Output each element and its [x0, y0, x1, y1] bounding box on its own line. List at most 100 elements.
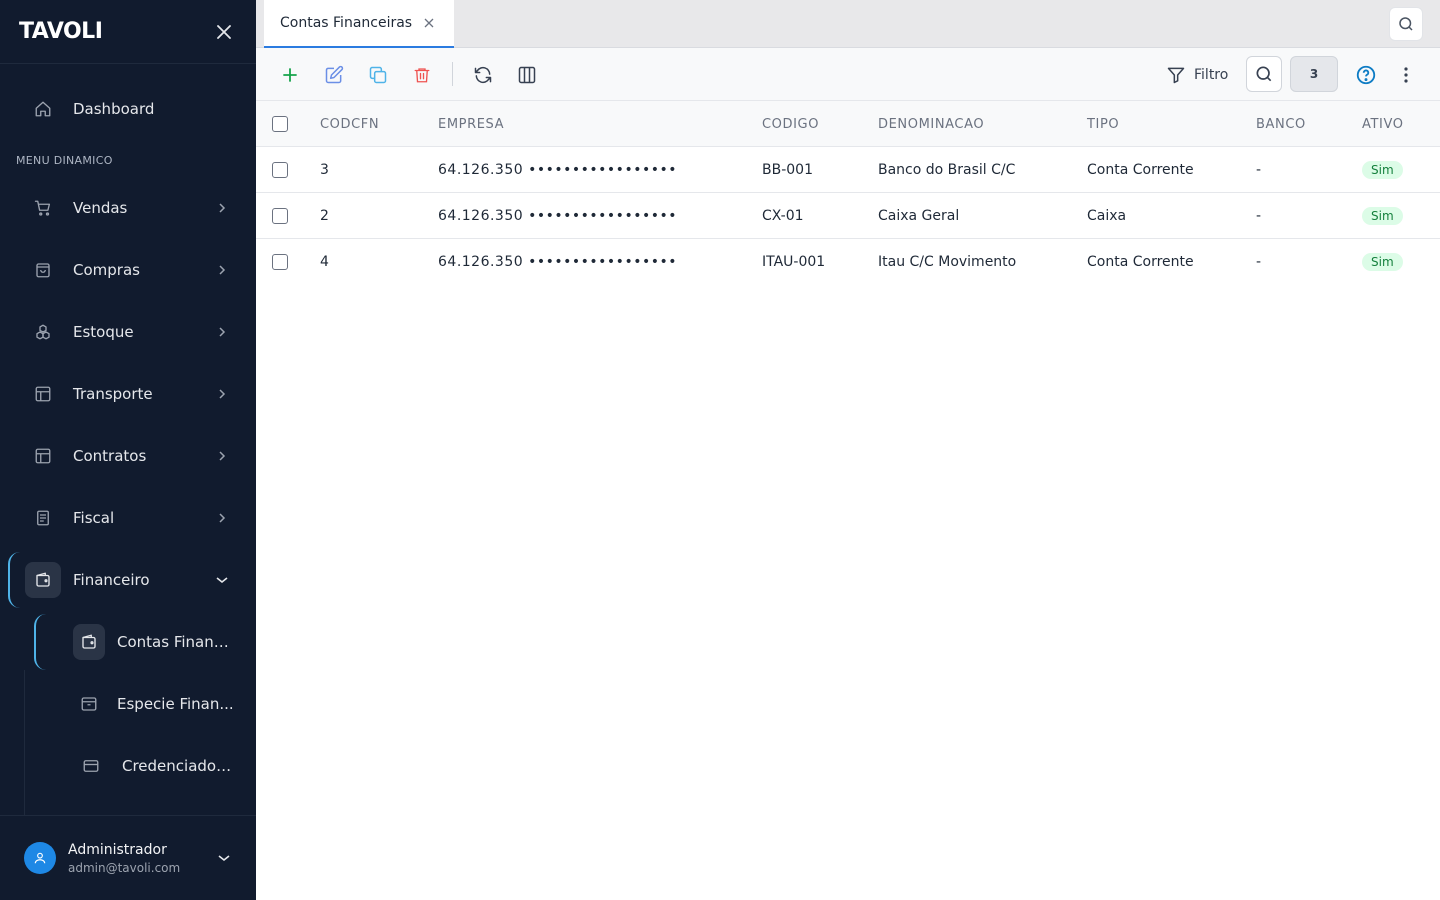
more-options-button[interactable] [1396, 61, 1416, 89]
column-header-empresa[interactable]: EMPRESA [438, 101, 504, 147]
add-button[interactable] [276, 61, 304, 89]
sidebar-item-vendas[interactable]: Vendas [0, 180, 256, 236]
columns-icon [518, 66, 536, 84]
help-icon [1356, 65, 1376, 85]
select-all-checkbox[interactable] [272, 116, 288, 132]
cell-tipo: Caixa [1087, 208, 1127, 224]
table-row[interactable]: 2 64.126.350 ••••••••••••••••• CX-01 Cai… [256, 193, 1440, 239]
sidebar-item-compras[interactable]: Compras [0, 242, 256, 298]
cell-empresa: 64.126.350 ••••••••••••••••• [438, 254, 677, 270]
plus-icon [283, 68, 297, 82]
filter-button[interactable]: Filtro [1166, 61, 1228, 89]
tab-bar: Contas Financeiras [256, 0, 1440, 48]
duplicate-button[interactable] [364, 61, 392, 89]
more-vertical-icon [1404, 67, 1408, 83]
column-header-denominacao[interactable]: DENOMINACAO [878, 101, 984, 147]
layout-icon [32, 445, 54, 467]
tab-contas-financeiras[interactable]: Contas Financeiras [264, 0, 454, 48]
data-table: CODCFN EMPRESA CODIGO DENOMINACAO TIPO B… [256, 101, 1440, 285]
row-checkbox-cell [272, 147, 288, 193]
sidebar-item-label: Estoque [73, 323, 134, 341]
edit-button[interactable] [320, 61, 348, 89]
status-badge: Sim [1362, 207, 1403, 225]
cell-tipo: Conta Corrente [1087, 254, 1194, 270]
sidebar-item-label: Transporte [73, 385, 153, 403]
user-icon [34, 852, 46, 864]
sidebar-item-financeiro[interactable]: Financeiro [0, 552, 256, 608]
sidebar-item-label: Vendas [73, 199, 128, 217]
sidebar: TAVOLI Dashboard MENU DINAMICO Vendas Co… [0, 0, 256, 900]
cell-codigo: ITAU-001 [762, 254, 826, 270]
sidebar-item-dashboard[interactable]: Dashboard [0, 81, 256, 137]
copy-icon [369, 66, 387, 84]
delete-button[interactable] [408, 61, 436, 89]
column-header-codigo[interactable]: CODIGO [762, 101, 819, 147]
cell-denominacao: Itau C/C Movimento [878, 254, 1017, 270]
sidebar-subitem-contas-financeiras[interactable]: Contas Financ... [0, 614, 256, 670]
sidebar-item-transporte[interactable]: Transporte [0, 366, 256, 422]
chevron-right-icon [214, 386, 230, 402]
sidebar-header: TAVOLI [0, 0, 256, 64]
app-logo: TAVOLI [19, 19, 103, 44]
edit-icon [325, 65, 344, 84]
sidebar-item-label: Financeiro [73, 571, 150, 589]
chevron-right-icon [214, 324, 230, 340]
column-header-banco[interactable]: BANCO [1256, 101, 1306, 147]
column-header-tipo[interactable]: TIPO [1087, 101, 1119, 147]
columns-button[interactable] [513, 61, 541, 89]
refresh-button[interactable] [469, 61, 497, 89]
close-icon [424, 18, 434, 28]
sidebar-item-estoque[interactable]: Estoque [0, 304, 256, 360]
cell-codcfn: 4 [320, 254, 329, 270]
wallet-icon [25, 562, 61, 598]
sidebar-item-contratos[interactable]: Contratos [0, 428, 256, 484]
search-icon [1399, 17, 1413, 31]
status-badge: Sim [1362, 253, 1403, 271]
column-header-codcfn[interactable]: CODCFN [320, 101, 379, 147]
sidebar-item-fiscal[interactable]: Fiscal [0, 490, 256, 546]
boxes-icon [32, 321, 54, 343]
cell-codigo: BB-001 [762, 162, 813, 178]
search-button[interactable] [1246, 56, 1282, 92]
chevron-right-icon [214, 262, 230, 278]
cell-banco: - [1256, 162, 1262, 178]
refresh-icon [474, 66, 492, 84]
row-checkbox[interactable] [272, 162, 288, 178]
close-icon [217, 24, 231, 39]
help-button[interactable] [1352, 61, 1380, 89]
cell-tipo: Conta Corrente [1087, 162, 1194, 178]
sidebar-subitem-label: Contas Financ... [117, 633, 235, 651]
cell-banco: - [1256, 254, 1262, 270]
column-header-ativo[interactable]: ATIVO [1362, 101, 1404, 147]
user-name: Administrador [68, 842, 167, 858]
sidebar-item-label: Fiscal [73, 509, 115, 527]
tab-label: Contas Financeiras [280, 15, 413, 31]
filter-icon [1167, 67, 1185, 84]
user-profile[interactable]: Administrador admin@tavoli.com [0, 815, 256, 900]
cell-codigo: CX-01 [762, 208, 804, 224]
wallet-icon [73, 624, 105, 660]
row-checkbox[interactable] [272, 208, 288, 224]
sidebar-subitem-label: Especie Finan... [117, 695, 234, 713]
document-icon [32, 507, 54, 529]
status-badge: Sim [1362, 161, 1403, 179]
active-indicator [34, 614, 46, 670]
cart-icon [32, 197, 54, 219]
cell-ativo: Sim [1362, 147, 1403, 193]
table-row[interactable]: 3 64.126.350 ••••••••••••••••• BB-001 Ba… [256, 147, 1440, 193]
cell-empresa: 64.126.350 ••••••••••••••••• [438, 162, 677, 178]
row-checkbox-cell [272, 193, 288, 239]
table-row[interactable]: 4 64.126.350 ••••••••••••••••• ITAU-001 … [256, 239, 1440, 285]
cell-codcfn: 3 [320, 162, 329, 178]
sidebar-subitem-especie-financeira[interactable]: Especie Finan... [0, 676, 256, 732]
row-checkbox[interactable] [272, 254, 288, 270]
global-search-button[interactable] [1389, 7, 1423, 41]
close-tab-button[interactable] [422, 16, 436, 30]
chevron-right-icon [214, 200, 230, 216]
sidebar-item-label: Compras [73, 261, 140, 279]
close-sidebar-button[interactable] [214, 22, 234, 42]
sidebar-subitem-credenciador[interactable]: Credenciador... [0, 738, 256, 794]
user-menu-toggle[interactable] [216, 850, 232, 866]
row-checkbox-cell [272, 239, 288, 285]
active-indicator [8, 552, 20, 608]
